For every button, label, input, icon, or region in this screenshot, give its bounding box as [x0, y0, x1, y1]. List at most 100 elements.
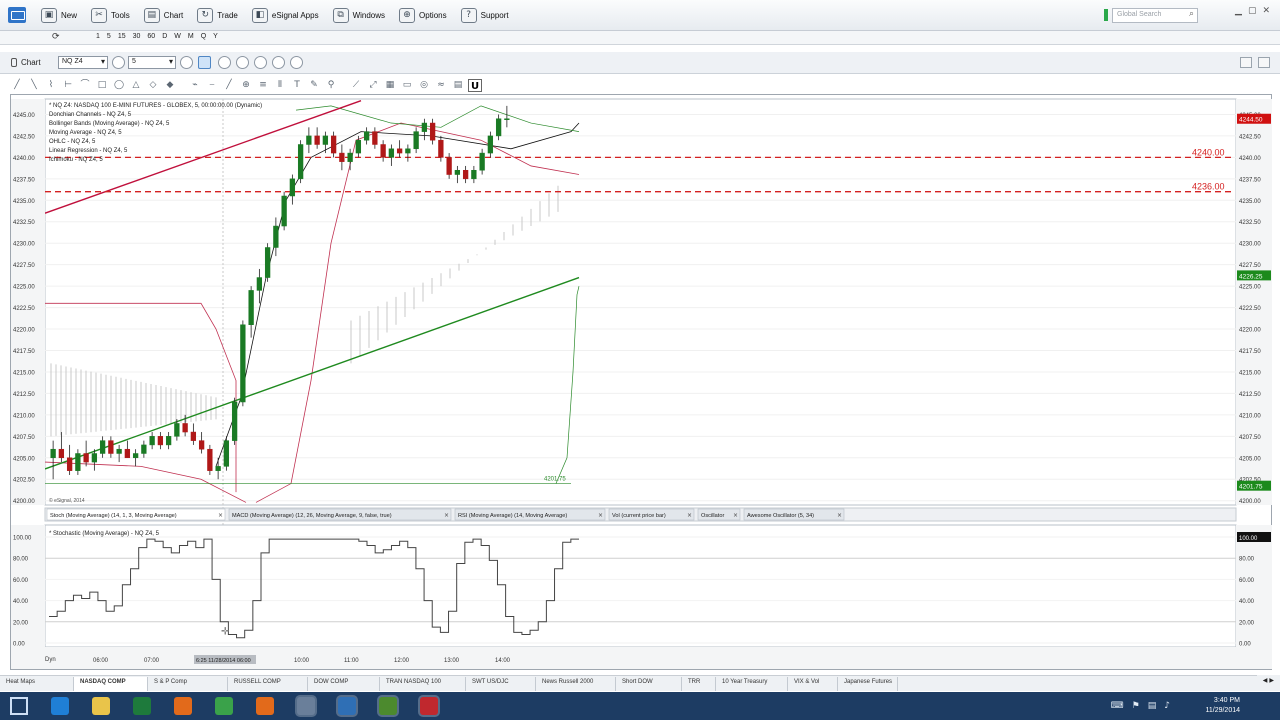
diamond-tool-icon[interactable]: ◇ — [146, 79, 160, 92]
study-tab-close-icon[interactable]: × — [218, 512, 223, 519]
ray-tool-icon[interactable]: ╲ — [27, 79, 41, 92]
interval-combo[interactable]: 5 — [128, 56, 176, 69]
menu-options-button[interactable]: ⊕ Options — [396, 6, 450, 25]
menu-new-button[interactable]: ▣ New — [38, 6, 80, 25]
gann-fan-tool-icon[interactable]: ⦀ — [273, 79, 287, 92]
keyboard-icon[interactable]: ⌨ — [1111, 701, 1124, 711]
explorer-icon[interactable] — [92, 697, 110, 715]
menu-trade-button[interactable]: ↻ Trade — [194, 6, 241, 25]
study-tab-close-icon[interactable]: × — [444, 512, 449, 519]
fill-tool-icon[interactable]: ◆ — [163, 79, 177, 92]
interval-q-button[interactable]: Q — [201, 33, 206, 40]
regression-tool-icon[interactable]: ⟋ — [349, 79, 363, 92]
tab-prev-icon[interactable]: ◀ — [1263, 677, 1268, 689]
excel-icon[interactable] — [133, 697, 151, 715]
interval-30-button[interactable]: 30 — [133, 33, 141, 40]
esignal-app-icon[interactable] — [8, 7, 26, 23]
target-tool-icon[interactable]: ◎ — [417, 79, 431, 92]
zoom-in-icon[interactable] — [236, 56, 249, 69]
menu-support-button[interactable]: ? Support — [458, 6, 512, 25]
page-tab[interactable]: 10 Year Treasury — [716, 677, 788, 691]
fib-retracement-tool-icon[interactable]: ≡ — [256, 79, 270, 92]
chrome-icon[interactable] — [215, 697, 233, 715]
arc-tool-icon[interactable]: ⌒ — [78, 79, 92, 92]
minimize-icon[interactable]: ▁ — [1235, 6, 1242, 16]
study-tab-close-icon[interactable]: × — [598, 512, 603, 519]
link-chain-icon[interactable] — [272, 56, 285, 69]
vertical-line-tool-icon[interactable]: ⌇ — [44, 79, 58, 92]
chart-settings-icon[interactable] — [1240, 57, 1252, 68]
taskbar-clock[interactable]: 3:40 PM 11/29/2014 — [1205, 696, 1240, 716]
page-tab[interactable]: SWT US/DJC — [466, 677, 536, 691]
crosshair-icon[interactable] — [254, 56, 267, 69]
firefox-icon[interactable] — [174, 697, 192, 715]
interval-y-button[interactable]: Y — [213, 33, 218, 40]
menu-windows-button[interactable]: ⧉ Windows — [330, 6, 388, 25]
interval-w-button[interactable]: W — [174, 33, 181, 40]
esignal-icon[interactable] — [338, 697, 356, 715]
acrobat-icon[interactable] — [420, 697, 438, 715]
interval-m-button[interactable]: M — [188, 33, 194, 40]
page-tab[interactable]: S & P Comp — [148, 677, 228, 691]
table-tool-icon[interactable]: ▤ — [451, 79, 465, 92]
study-tab-close-icon[interactable]: × — [687, 512, 692, 519]
start-icon[interactable] — [10, 697, 28, 715]
interval-1-button[interactable]: 1 — [96, 33, 100, 40]
green-app-icon[interactable] — [379, 697, 397, 715]
close-icon[interactable]: ✕ — [1262, 6, 1270, 16]
maximize-icon[interactable]: ▢ — [1248, 6, 1257, 16]
zoom-out-icon[interactable] — [218, 56, 231, 69]
network-icon[interactable]: ▤ — [1148, 701, 1157, 711]
menu-esignal-apps-button[interactable]: ◧ eSignal Apps — [249, 6, 322, 25]
chart-close-icon[interactable] — [1258, 57, 1270, 68]
symbol-combo[interactable]: NQ Z4 — [58, 56, 108, 69]
arrows-tool-icon[interactable]: ⤢ — [366, 79, 380, 92]
rectangle-tool-icon[interactable]: □ — [95, 79, 109, 92]
page-tab[interactable]: DOW COMP — [308, 677, 380, 691]
page-tab[interactable]: TRAN NASDAQ 100 — [380, 677, 466, 691]
global-search-input[interactable]: Global Search — [1112, 8, 1198, 23]
interval-5-button[interactable]: 5 — [107, 33, 111, 40]
magnifier-tool-icon[interactable]: ⚲ — [324, 79, 338, 92]
page-tab[interactable]: VIX & Vol — [788, 677, 838, 691]
grid-tool-tool-icon[interactable]: ▦ — [383, 79, 397, 92]
menu-tools-button[interactable]: ✂ Tools — [88, 6, 133, 25]
pencil-draw-tool-icon[interactable]: ✎ — [307, 79, 321, 92]
study-tab-close-icon[interactable]: × — [733, 512, 738, 519]
cycle-lines-tool-icon[interactable]: ≈ — [434, 79, 448, 92]
chart-svg[interactable]: 4240.004236.004201.75 4245.004245.004242… — [11, 95, 1273, 671]
triangle-tool-icon[interactable]: △ — [129, 79, 143, 92]
firefox2-icon[interactable] — [256, 697, 274, 715]
flag-icon[interactable]: ⚑ — [1132, 701, 1140, 711]
ellipse-tool-icon[interactable]: ◯ — [112, 79, 126, 92]
volume-icon[interactable]: ♪ — [1164, 701, 1170, 711]
refresh-chart-icon[interactable] — [290, 56, 303, 69]
pin-icon[interactable] — [11, 58, 17, 67]
ie-icon[interactable] — [51, 697, 69, 715]
horizontal-ray-tool-icon[interactable]: ⊢ — [61, 79, 75, 92]
underline-tool-icon[interactable]: U — [468, 78, 482, 92]
horizontal-line-tool-icon[interactable]: ⎯ — [205, 79, 219, 92]
page-tab[interactable]: RUSSELL COMP — [228, 677, 308, 691]
clock-icon[interactable] — [180, 56, 193, 69]
chart-area[interactable]: 4240.004236.004201.75 4245.004245.004242… — [10, 94, 1272, 670]
text-tool-icon[interactable]: T — [290, 79, 304, 92]
link-icon[interactable] — [112, 56, 125, 69]
menu-chart-button[interactable]: ▤ Chart — [141, 6, 187, 25]
page-tab[interactable]: Short DOW — [616, 677, 682, 691]
tab-next-icon[interactable]: ▶ — [1269, 677, 1274, 689]
channel-tool-icon[interactable]: ╱ — [222, 79, 236, 92]
esignal-chart-icon[interactable] — [297, 697, 315, 715]
page-tab[interactable]: News Russell 2000 — [536, 677, 616, 691]
fib-circle-tool-icon[interactable]: ⊕ — [239, 79, 253, 92]
page-tab[interactable]: Japanese Futures — [838, 677, 898, 691]
trendline-tool-icon[interactable]: ╱ — [10, 79, 24, 92]
refresh-icon[interactable]: ⟳ — [52, 32, 60, 42]
page-tab[interactable]: TRR — [682, 677, 716, 691]
study-tab-bar[interactable]: Stoch (Moving Average) (14, 1, 3, Moving… — [44, 507, 1237, 522]
wave-tool-icon[interactable]: ⌁ — [188, 79, 202, 92]
page-tab[interactable]: NASDAQ COMP — [74, 677, 148, 691]
interval-15-button[interactable]: 15 — [118, 33, 126, 40]
study-tab-close-icon[interactable]: × — [837, 512, 842, 519]
interval-60-button[interactable]: 60 — [147, 33, 155, 40]
